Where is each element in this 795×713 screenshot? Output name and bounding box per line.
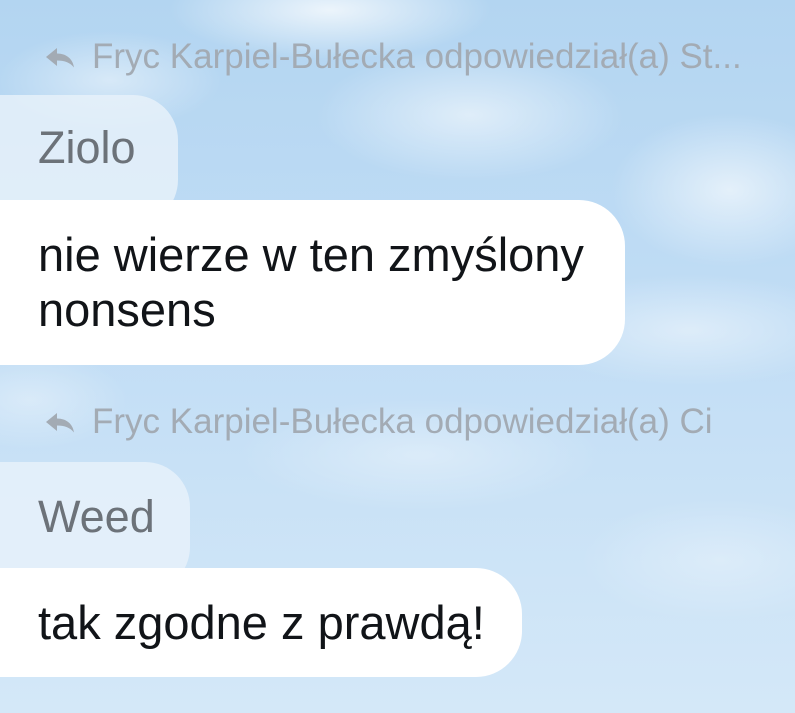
reply-header: Fryc Karpiel-Bułecka odpowiedział(a) Ci	[44, 400, 713, 444]
quoted-message-text: Ziolo	[38, 122, 136, 173]
reply-arrow-icon	[44, 410, 76, 434]
reply-header-text: Fryc Karpiel-Bułecka odpowiedział(a) Ci	[92, 402, 713, 441]
reply-arrow-icon	[44, 45, 76, 69]
message-bubble[interactable]: tak zgodne z prawdą!	[0, 568, 522, 677]
message-bubble[interactable]: nie wierze w ten zmyślony nonsens	[0, 200, 625, 365]
reply-header: Fryc Karpiel-Bułecka odpowiedział(a) St.…	[44, 35, 742, 79]
message-text: tak zgodne z prawdą!	[38, 596, 485, 649]
quoted-message-text: Weed	[38, 491, 155, 542]
chat-thread[interactable]: Fryc Karpiel-Bułecka odpowiedział(a) St.…	[0, 0, 795, 713]
reply-header-text: Fryc Karpiel-Bułecka odpowiedział(a) St.…	[92, 37, 742, 76]
message-text: nie wierze w ten zmyślony nonsens	[38, 228, 584, 336]
